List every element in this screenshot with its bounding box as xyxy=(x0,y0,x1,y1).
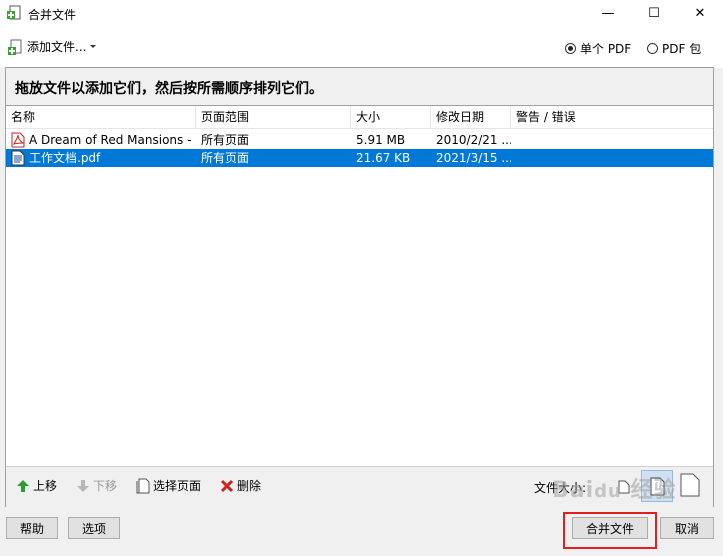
cancel-button[interactable]: 取消 xyxy=(660,517,714,539)
instruction-banner: 拖放文件以添加它们，然后按所需顺序排列它们。 xyxy=(6,68,713,106)
column-header-date[interactable]: 修改日期 xyxy=(431,106,511,128)
combine-files-icon xyxy=(7,5,21,20)
row-size: 5.91 MB xyxy=(356,133,406,147)
row-date: 2010/2/21 ... xyxy=(436,133,511,147)
column-header-size[interactable]: 大小 xyxy=(351,106,431,128)
radio-dot[interactable] xyxy=(647,43,658,54)
table-header: 名称 页面范围 大小 修改日期 警告 / 错误 xyxy=(6,106,713,129)
delete-label: 删除 xyxy=(237,479,262,493)
move-down-label: 下移 xyxy=(93,479,118,493)
choose-pages-button[interactable]: 选择页面 xyxy=(136,477,201,494)
title-bar: 合并文件 — ☐ ✕ xyxy=(0,0,723,26)
choose-pages-label: 选择页面 xyxy=(153,479,202,493)
close-icon: ✕ xyxy=(694,5,706,21)
table-row[interactable]: A Dream of Red Mansions - C... 所有页面 5.91… xyxy=(6,131,713,149)
delete-button[interactable]: 删除 xyxy=(220,477,261,494)
radio-single-pdf[interactable]: 单个 PDF xyxy=(565,40,631,57)
radio-pdf-portfolio-label: PDF 包 xyxy=(662,42,702,56)
file-list-panel: 拖放文件以添加它们，然后按所需顺序排列它们。 名称 页面范围 大小 修改日期 警… xyxy=(5,67,714,507)
add-file-icon xyxy=(8,39,22,55)
add-files-label: 添加文件... xyxy=(27,40,87,54)
row-range: 所有页面 xyxy=(201,133,250,147)
help-button[interactable]: 帮助 xyxy=(6,517,58,539)
add-files-button[interactable]: 添加文件... xyxy=(8,38,97,55)
column-header-warning[interactable]: 警告 / 错误 xyxy=(511,106,713,128)
column-header-name[interactable]: 名称 xyxy=(6,106,196,128)
radio-pdf-portfolio[interactable]: PDF 包 xyxy=(647,40,701,57)
minimize-icon: — xyxy=(601,5,615,21)
table-row-selected[interactable]: 工作文档.pdf 所有页面 21.67 KB 2021/3/15 ... xyxy=(6,149,713,167)
arrow-up-icon xyxy=(17,479,29,492)
row-name: 工作文档.pdf xyxy=(29,151,101,165)
radio-dot-selected[interactable] xyxy=(565,43,576,54)
maximize-icon: ☐ xyxy=(648,5,660,21)
arrow-down-icon xyxy=(77,479,89,492)
column-header-range[interactable]: 页面范围 xyxy=(196,106,351,128)
caret-down-icon xyxy=(90,44,97,48)
radio-single-pdf-label: 单个 PDF xyxy=(580,42,632,56)
row-name: A Dream of Red Mansions - C... xyxy=(29,133,196,147)
maximize-button[interactable]: ☐ xyxy=(631,0,677,26)
move-down-button[interactable]: 下移 xyxy=(76,477,117,494)
move-up-button[interactable]: 上移 xyxy=(16,477,57,494)
window-title: 合并文件 xyxy=(28,8,77,22)
pdf-icon xyxy=(11,132,25,148)
row-size: 21.67 KB xyxy=(356,151,411,165)
pages-icon xyxy=(136,478,150,493)
baidu-watermark: Baidu 经验 xyxy=(552,478,677,503)
row-range: 所有页面 xyxy=(201,151,250,165)
pdf-doc-icon xyxy=(11,150,25,166)
row-date: 2021/3/15 ... xyxy=(436,151,511,165)
close-button[interactable]: ✕ xyxy=(677,0,723,26)
minimize-button[interactable]: — xyxy=(585,0,631,26)
highlight-annotation-box xyxy=(563,512,657,549)
row-warning xyxy=(511,131,711,149)
move-up-label: 上移 xyxy=(33,479,58,493)
row-warning xyxy=(511,149,711,167)
options-button[interactable]: 选项 xyxy=(68,517,120,539)
file-size-large-icon[interactable] xyxy=(680,473,700,497)
delete-x-icon xyxy=(220,479,234,492)
instruction-text: 拖放文件以添加它们，然后按所需顺序排列它们。 xyxy=(15,81,323,97)
